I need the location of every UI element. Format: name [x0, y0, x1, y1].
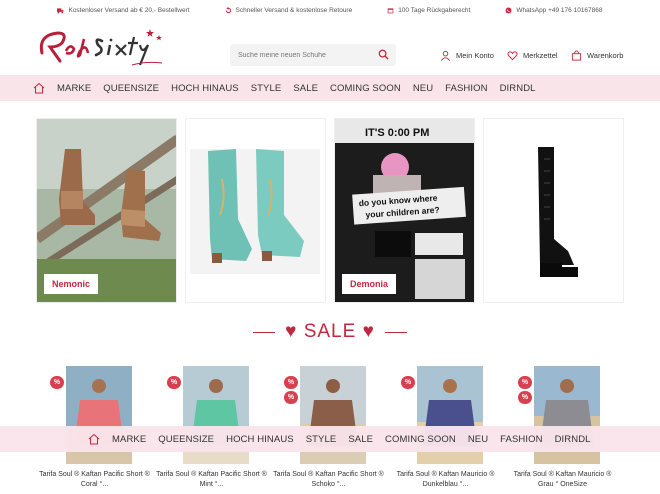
brand-tile-demonia[interactable]: IT'S 0:00 PM do you know where your chil…	[334, 118, 475, 303]
discount-badge: %	[518, 391, 532, 404]
nav-marke[interactable]: MARKE	[112, 434, 146, 445]
poster-time-text: IT'S 0:00 PM	[365, 127, 429, 139]
nav-queensize[interactable]: QUEENSIZE	[158, 434, 214, 445]
nav-dirndl[interactable]: DIRNDL	[500, 83, 536, 94]
product-name[interactable]: Tarifa Soul ® Kaftan Pacific Short ® Mint…	[153, 470, 270, 490]
info-whatsapp[interactable]: WhatsApp +49 176 10167868	[505, 6, 603, 14]
discount-badge: %	[518, 376, 532, 389]
tile-label: Nemonic	[44, 274, 99, 294]
product-name-line1: Tarifa Soul ® Kaftan Mauricio ®	[396, 471, 495, 478]
nav-hoch-hinaus[interactable]: HOCH HINAUS	[171, 83, 239, 94]
product-name-line2: Coral °...	[80, 481, 109, 488]
bag-icon	[571, 50, 582, 61]
nav-fashion[interactable]: FASHION	[500, 434, 542, 445]
home-icon[interactable]	[33, 82, 45, 94]
info-shipping-text: Kostenloser Versand ab € 20,- Bestellwer…	[68, 6, 190, 14]
wishlist-label: Merkzettel	[523, 51, 558, 60]
discount-badge: %	[401, 376, 415, 389]
discount-badge: %	[284, 376, 298, 389]
sticky-nav: MARKE QUEENSIZE HOCH HINAUS STYLE SALE C…	[0, 426, 660, 452]
product-name-line1: Tarifa Soul ® Kaftan Mauricio ®	[513, 471, 612, 478]
logo-graphic	[39, 29, 163, 66]
account-label: Mein Konto	[456, 51, 494, 60]
product-name[interactable]: Tarifa Soul ® Kaftan Mauricio ® Grau ° On…	[504, 470, 621, 490]
tile-label: Demonia	[342, 274, 397, 294]
search-box[interactable]	[230, 44, 396, 66]
search-input[interactable]	[238, 51, 378, 59]
brand-tile-4[interactable]	[483, 118, 624, 303]
heart-icon	[507, 51, 518, 61]
heading-divider-left	[253, 331, 276, 333]
nav-neu[interactable]: NEU	[413, 83, 433, 94]
brand-tile-2[interactable]	[185, 118, 326, 303]
nav-queensize[interactable]: QUEENSIZE	[103, 83, 159, 94]
product-name-line2: Mint °...	[199, 481, 224, 488]
discount-badge: %	[50, 376, 64, 389]
nav-dirndl[interactable]: DIRNDL	[555, 434, 591, 445]
nav-coming-soon[interactable]: COMING SOON	[330, 83, 401, 94]
nav-coming-soon[interactable]: COMING SOON	[385, 434, 456, 445]
turquoise-boots-image	[186, 119, 325, 302]
main-nav: MARKE QUEENSIZE HOCH HINAUS STYLE SALE C…	[0, 75, 660, 101]
discount-badge: %	[167, 376, 181, 389]
product-name-line2: Grau ° OneSize	[537, 481, 588, 488]
truck-icon	[57, 7, 64, 13]
cart-link[interactable]: Warenkorb	[571, 50, 623, 61]
whatsapp-icon	[505, 7, 512, 13]
sale-heading: ♥ SALE ♥	[0, 321, 660, 343]
info-return-text: Schneller Versand & kostenlose Retoure	[235, 6, 353, 14]
nav-marke[interactable]: MARKE	[57, 83, 91, 94]
nav-sale[interactable]: SALE	[293, 83, 318, 94]
calendar-icon	[387, 7, 394, 13]
nav-sale[interactable]: SALE	[348, 434, 373, 445]
product-name[interactable]: Tarifa Soul ® Kaftan Mauricio ® Dunkelbla…	[387, 470, 504, 490]
sale-title: ♥ SALE ♥	[285, 321, 375, 342]
product-name-line2: Dunkelblau °...	[422, 481, 469, 488]
product-name[interactable]: Tarifa Soul ® Kaftan Pacific Short ® Scho…	[270, 470, 387, 490]
search-icon[interactable]	[378, 49, 389, 60]
cart-label: Warenkorb	[587, 51, 624, 60]
product-name-line1: Tarifa Soul ® Kaftan Pacific Short ®	[156, 471, 267, 478]
wishlist-link[interactable]: Merkzettel	[507, 50, 558, 61]
product-name[interactable]: Tarifa Soul ® Kaftan Pacific Short ® Cora…	[36, 470, 153, 490]
logo[interactable]	[36, 25, 168, 69]
nav-hoch-hinaus[interactable]: HOCH HINAUS	[226, 434, 294, 445]
info-whatsapp-text: WhatsApp +49 176 10167868	[516, 6, 603, 14]
brand-tile-nemonic[interactable]: Nemonic	[36, 118, 177, 303]
brand-tiles: Nemonic IT'S 0:00 PM do you know where y…	[36, 118, 624, 303]
nav-style[interactable]: STYLE	[306, 434, 337, 445]
info-shipping: Kostenloser Versand ab € 20,- Bestellwer…	[57, 6, 190, 14]
home-icon[interactable]	[88, 433, 100, 445]
return-icon	[225, 6, 231, 13]
account-link[interactable]: Mein Konto	[440, 50, 494, 61]
nav-fashion[interactable]: FASHION	[445, 83, 487, 94]
product-name-line1: Tarifa Soul ® Kaftan Pacific Short ®	[39, 471, 150, 478]
info-bar: Kostenloser Versand ab € 20,- Bestellwer…	[0, 0, 660, 20]
discount-badge: %	[284, 391, 298, 404]
info-return: Schneller Versand & kostenlose Retoure	[225, 6, 353, 14]
user-icon	[441, 50, 450, 61]
info-guarantee: 100 Tage Rückgaberecht	[387, 7, 470, 14]
product-name-line2: Schoko °...	[311, 481, 346, 488]
nav-neu[interactable]: NEU	[468, 434, 488, 445]
heading-divider-right	[384, 331, 407, 333]
info-guarantee-text: 100 Tage Rückgaberecht	[398, 6, 471, 14]
nav-style[interactable]: STYLE	[251, 83, 282, 94]
platform-boot-image	[484, 119, 623, 302]
product-name-line1: Tarifa Soul ® Kaftan Pacific Short ®	[273, 471, 384, 478]
